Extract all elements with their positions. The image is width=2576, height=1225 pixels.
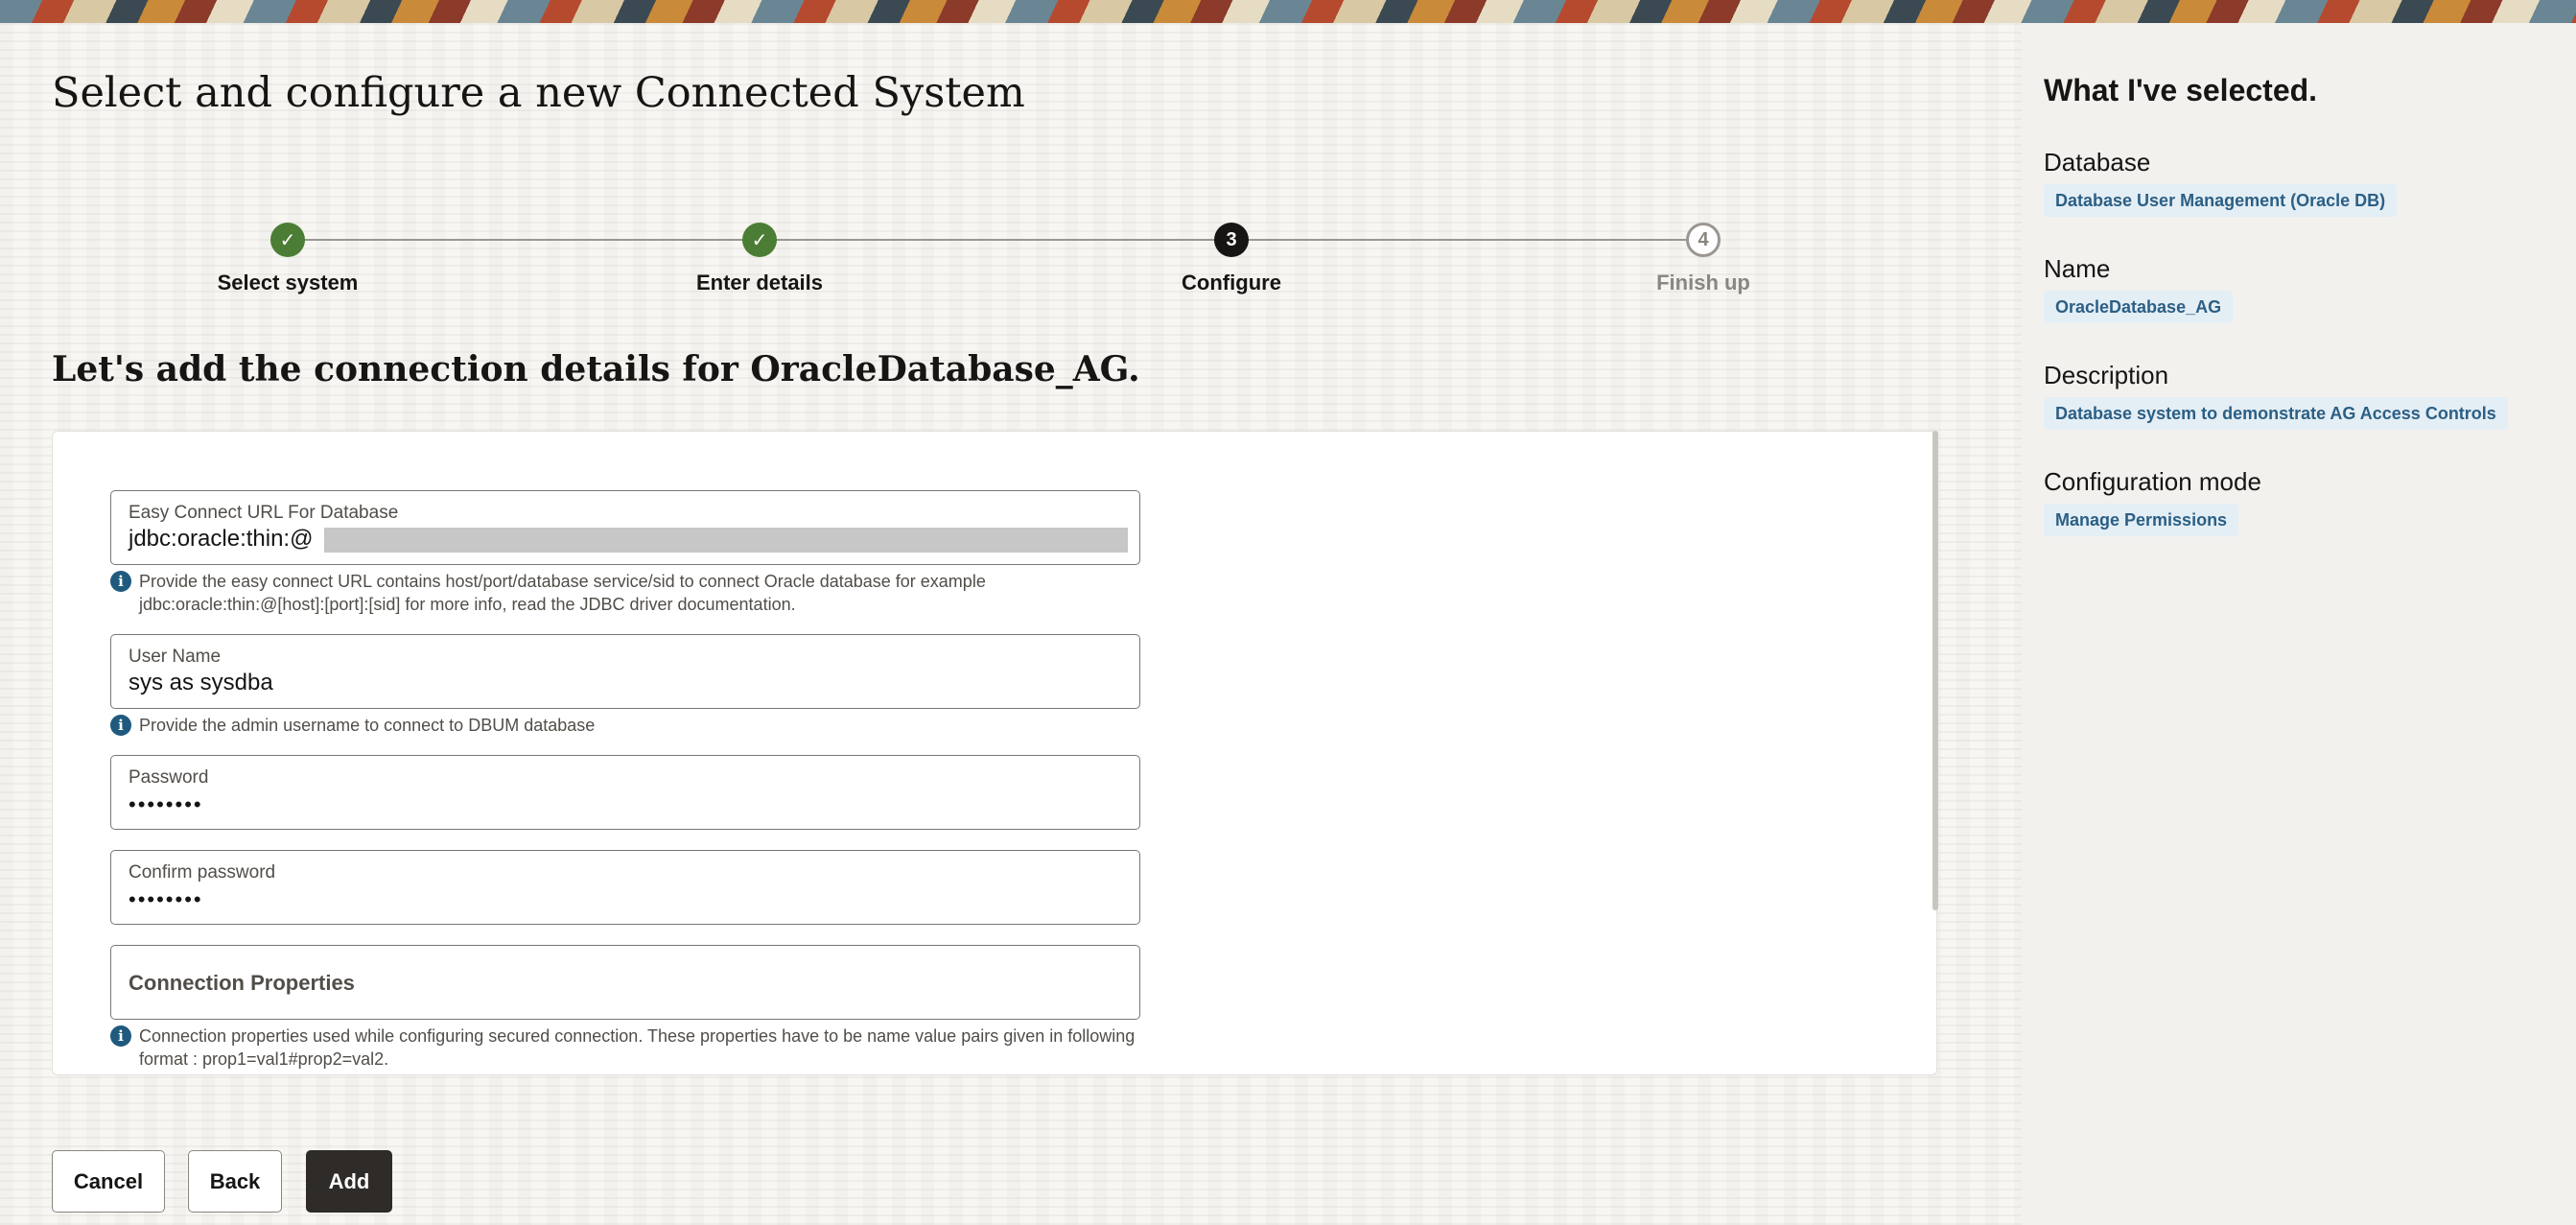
- cancel-button[interactable]: Cancel: [52, 1150, 165, 1213]
- easy-connect-help: i Provide the easy connect URL contains …: [110, 570, 1140, 616]
- summary-value-database: Database User Management (Oracle DB): [2044, 184, 2398, 217]
- step-label: Configure: [1182, 271, 1281, 294]
- summary-value-description: Database system to demonstrate AG Access…: [2044, 397, 2508, 430]
- step-number: 4: [1686, 223, 1721, 257]
- summary-label-database: Database: [2044, 148, 2151, 177]
- field-value[interactable]: ••••••••: [129, 792, 203, 817]
- help-text: Provide the admin username to connect to…: [139, 716, 596, 735]
- info-icon: i: [110, 715, 131, 736]
- step-enter-details[interactable]: ✓ Enter details: [587, 198, 932, 295]
- connection-properties-help: i Connection properties used while confi…: [110, 1025, 1140, 1071]
- connection-properties-field[interactable]: Connection Properties: [110, 945, 1140, 1020]
- info-icon: i: [110, 1025, 131, 1047]
- field-value[interactable]: jdbc:oracle:thin:@: [129, 526, 313, 553]
- connection-form: Easy Connect URL For Database jdbc:oracl…: [52, 431, 1937, 1075]
- info-icon: i: [110, 571, 131, 592]
- summary-title: What I've selected.: [2044, 73, 2318, 107]
- progress-stepper: ✓ Select system ✓ Enter details 3 Config…: [0, 198, 2022, 313]
- password-field[interactable]: Password ••••••••: [110, 755, 1140, 830]
- selection-summary-panel: What I've selected. Database Database Us…: [2022, 23, 2576, 1225]
- redacted-block: [324, 528, 1128, 553]
- summary-label-name: Name: [2044, 254, 2111, 283]
- field-value[interactable]: ••••••••: [129, 887, 203, 912]
- main-content: Select and configure a new Connected Sys…: [0, 23, 2022, 1225]
- checkmark-icon: ✓: [742, 223, 777, 257]
- section-subtitle: Let's add the connection details for Ora…: [52, 349, 1140, 389]
- user-name-field[interactable]: User Name sys as sysdba: [110, 634, 1140, 709]
- checkmark-icon: ✓: [270, 223, 305, 257]
- field-label: Password: [129, 767, 209, 788]
- field-label: User Name: [129, 647, 222, 667]
- page-title: Select and configure a new Connected Sys…: [52, 69, 1025, 117]
- decorative-banner: [0, 0, 2576, 23]
- field-label: Connection Properties: [129, 971, 355, 995]
- step-select-system[interactable]: ✓ Select system: [115, 198, 460, 295]
- form-scrollbar[interactable]: [1932, 431, 1938, 910]
- confirm-password-field[interactable]: Confirm password ••••••••: [110, 850, 1140, 925]
- summary-label-configuration-mode: Configuration mode: [2044, 467, 2261, 496]
- step-finish-up: 4 Finish up: [1531, 198, 1876, 295]
- field-value[interactable]: sys as sysdba: [129, 670, 273, 696]
- summary-value-configuration-mode: Manage Permissions: [2044, 504, 2239, 536]
- field-label: Confirm password: [129, 862, 276, 883]
- step-label: Finish up: [1656, 271, 1750, 294]
- field-label: Easy Connect URL For Database: [129, 503, 399, 523]
- summary-value-name: OracleDatabase_AG: [2044, 291, 2234, 323]
- help-text: Connection properties used while configu…: [139, 1026, 1136, 1069]
- summary-label-description: Description: [2044, 361, 2169, 389]
- step-label: Enter details: [695, 271, 824, 294]
- step-number: 3: [1214, 223, 1249, 257]
- back-button[interactable]: Back: [188, 1150, 282, 1213]
- help-text: Provide the easy connect URL contains ho…: [139, 572, 986, 614]
- step-label: Select system: [217, 271, 359, 294]
- add-button[interactable]: Add: [306, 1150, 392, 1213]
- step-configure: 3 Configure: [1059, 198, 1404, 295]
- user-name-help: i Provide the admin username to connect …: [110, 714, 1140, 737]
- easy-connect-url-field[interactable]: Easy Connect URL For Database jdbc:oracl…: [110, 490, 1140, 565]
